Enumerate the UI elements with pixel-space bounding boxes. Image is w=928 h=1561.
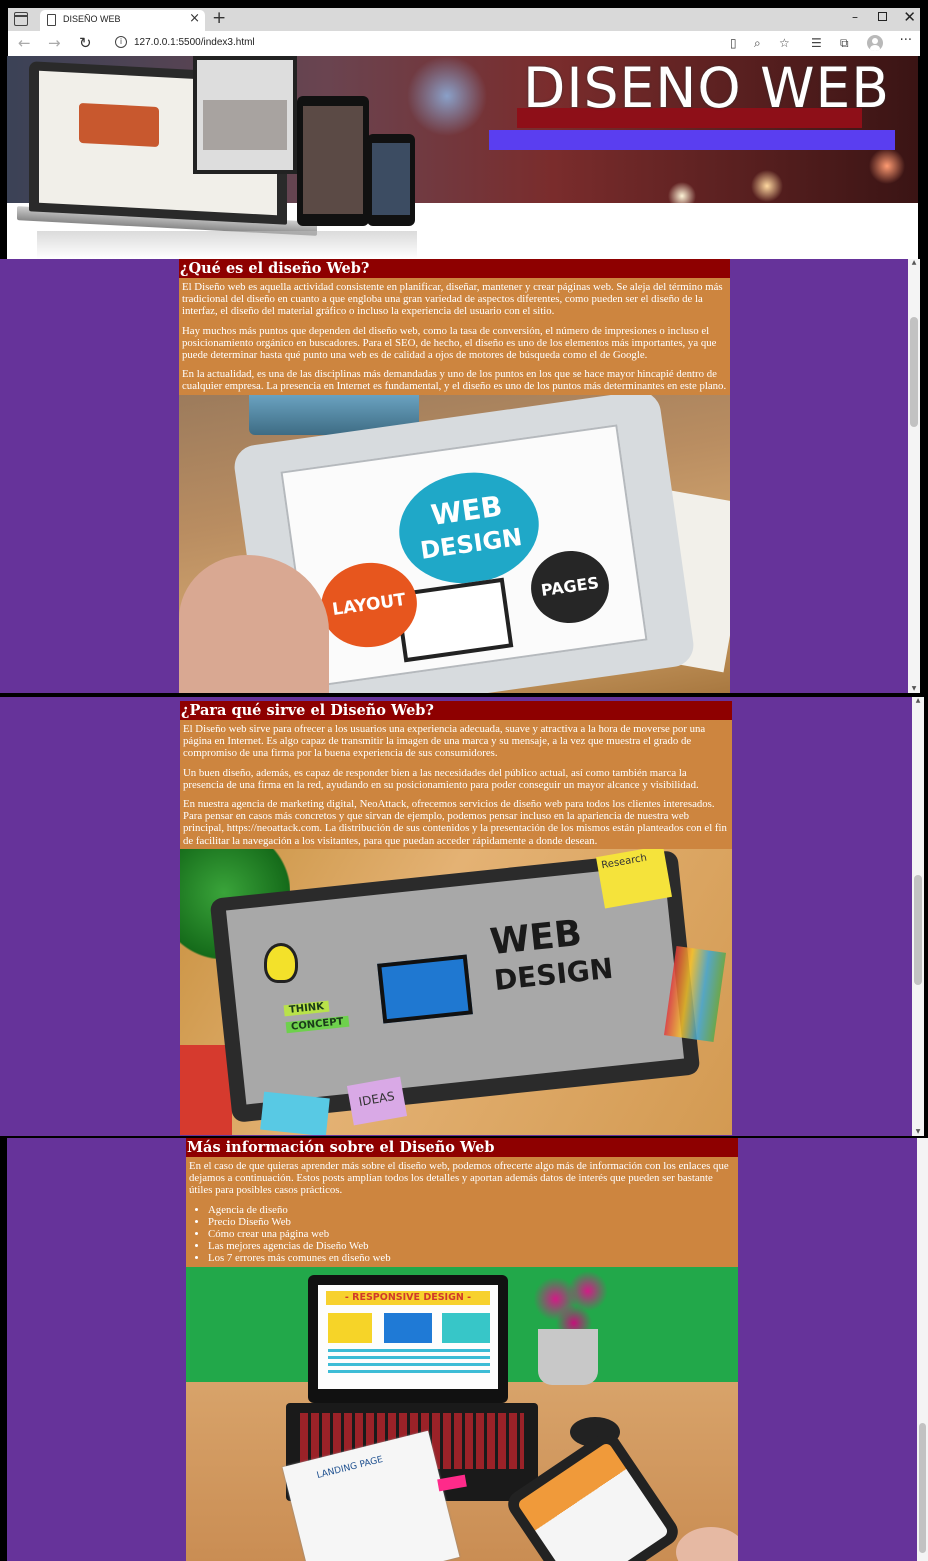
responsive-design-banner: - RESPONSIVE DESIGN -	[326, 1290, 490, 1305]
close-window-icon[interactable]: ✕	[903, 8, 916, 26]
site-info-icon[interactable]: i	[115, 36, 127, 48]
profile-avatar[interactable]	[867, 35, 883, 51]
collections-icon[interactable]: ⧉	[840, 35, 849, 51]
section-purpose: ¿Para qué sirve el Diseño Web? El Diseño…	[180, 701, 732, 1135]
tab-actions-icon[interactable]	[14, 12, 28, 26]
responsive-design-desk-image: - RESPONSIVE DESIGN - LANDING PAGE	[186, 1266, 738, 1561]
back-icon[interactable]: ←	[18, 34, 31, 52]
links-list: Agencia de diseño Precio Diseño Web Cómo…	[189, 1204, 735, 1265]
section-body: En el caso de que quieras aprender más s…	[186, 1157, 738, 1267]
red-object	[180, 1044, 232, 1135]
web-design-tablet-image: WEB DESIGN LAYOUT PAGES	[179, 394, 730, 693]
section-what-is: ¿Qué es el diseño Web? El Diseño web es …	[179, 259, 730, 693]
web-design-monitor-image: WEB DESIGN THINK CONCEPT Research IDEAS	[180, 848, 732, 1135]
computer-illustration	[377, 954, 473, 1024]
browser-tab[interactable]: DISEÑO WEB ×	[40, 10, 205, 31]
scroll-down-icon[interactable]: ▼	[912, 1128, 924, 1136]
header-banner: DISENO WEB	[7, 56, 918, 259]
close-tab-icon[interactable]: ×	[189, 12, 200, 26]
scroll-thumb[interactable]	[910, 317, 918, 427]
scroll-up-icon[interactable]: ▲	[908, 259, 920, 267]
yellow-block	[328, 1312, 372, 1343]
paragraph: Hay muchos más puntos que dependen del d…	[182, 324, 717, 362]
monitor-image	[193, 56, 297, 174]
favorites-icon[interactable]: ☰	[811, 35, 822, 51]
content-frame-1: ¿Qué es el diseño Web? El Diseño web es …	[0, 259, 908, 693]
paragraph: En nuestra agencia de marketing digital,…	[183, 798, 727, 847]
web-design-label: WEB DESIGN	[488, 912, 615, 997]
page-icon	[47, 14, 56, 26]
forward-icon[interactable]: →	[48, 34, 61, 52]
section-more-info: Más información sobre el Diseño Web En e…	[186, 1138, 738, 1561]
scroll-up-icon[interactable]: ▲	[912, 697, 924, 705]
phone-image	[367, 134, 415, 226]
scroll-down-icon[interactable]: ▼	[908, 685, 920, 693]
section-heading: Más información sobre el Diseño Web	[186, 1138, 738, 1157]
content-frame-2: ¿Para qué sirve el Diseño Web? El Diseño…	[0, 697, 912, 1136]
zoom-icon[interactable]: ⌕	[754, 35, 761, 51]
sticky-note	[260, 1091, 330, 1135]
minimize-icon[interactable]: –	[852, 10, 858, 24]
paragraph: El Diseño web es aquella actividad consi…	[182, 281, 723, 318]
link-item[interactable]: Los 7 errores más comunes en diseño web	[208, 1252, 735, 1264]
section-heading: ¿Para qué sirve el Diseño Web?	[180, 701, 732, 720]
link-item[interactable]: Precio Diseño Web	[208, 1216, 735, 1228]
content-frame-3: Más información sobre el Diseño Web En e…	[7, 1138, 917, 1561]
browser-tab-bar: DISEÑO WEB × + – ✕	[8, 8, 920, 31]
immersive-reader-icon[interactable]: ▯	[730, 35, 737, 51]
link-item[interactable]: Agencia de diseño	[208, 1204, 735, 1216]
paragraph: Un buen diseño, además, es capaz de resp…	[183, 766, 699, 791]
banner-blue-bar	[489, 130, 895, 150]
section-body: El Diseño web sirve para ofrecer a los u…	[180, 720, 732, 849]
laptop-display: - RESPONSIVE DESIGN -	[318, 1284, 498, 1389]
blue-block	[384, 1312, 432, 1343]
add-favorite-icon[interactable]: ☆	[779, 35, 790, 51]
hand	[676, 1526, 738, 1561]
frame-1-scrollbar[interactable]: ▲ ▼	[908, 259, 920, 693]
banner-title: DISENO WEB	[523, 56, 891, 120]
paragraph: En la actualidad, es una de las discipli…	[182, 368, 727, 393]
new-tab-icon[interactable]: +	[212, 9, 226, 27]
frame-3-scrollbar[interactable]	[917, 1138, 928, 1561]
section-heading: ¿Qué es el diseño Web?	[179, 259, 730, 278]
link-item[interactable]: Las mejores agencias de Diseño Web	[208, 1240, 735, 1252]
scroll-thumb[interactable]	[919, 1423, 926, 1553]
tablet-image	[297, 96, 369, 226]
flower-pot	[538, 1328, 598, 1385]
teal-block	[442, 1312, 490, 1343]
paragraph: En el caso de que quieras aprender más s…	[189, 1160, 729, 1197]
reload-icon[interactable]: ↻	[79, 34, 92, 52]
more-icon[interactable]: ···	[900, 33, 912, 48]
scroll-thumb[interactable]	[914, 875, 922, 985]
paragraph: El Diseño web sirve para ofrecer a los u…	[183, 723, 706, 760]
lightbulb-icon	[264, 942, 298, 983]
frame-2-scrollbar[interactable]: ▲ ▼	[912, 697, 924, 1136]
devices-reflection	[37, 231, 417, 259]
text-lines	[328, 1348, 490, 1377]
url-input[interactable]: 127.0.0.1:5500/index3.html	[134, 37, 255, 48]
address-bar: ← → ↻ i 127.0.0.1:5500/index3.html ▯ ⌕ ☆…	[8, 31, 920, 56]
section-body: El Diseño web es aquella actividad consi…	[179, 278, 730, 395]
tab-title: DISEÑO WEB	[63, 14, 121, 24]
link-item[interactable]: Cómo crear una página web	[208, 1228, 735, 1240]
ideas-note: IDEAS	[346, 1076, 408, 1126]
restore-icon[interactable]	[878, 12, 887, 21]
